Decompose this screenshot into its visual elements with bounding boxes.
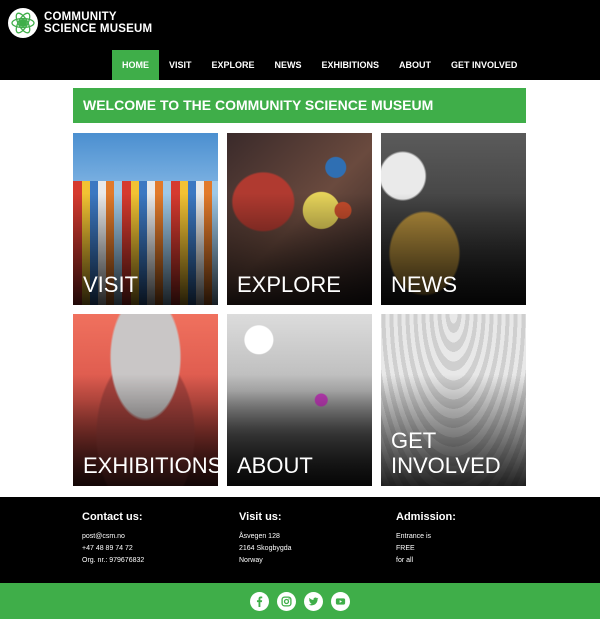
footer-address-street: Åsvegen 128	[239, 533, 280, 540]
facebook-icon[interactable]	[250, 591, 269, 611]
tile-label-visit: VISIT	[83, 272, 139, 297]
footer-email[interactable]: post@csm.no	[82, 531, 232, 543]
tile-visit[interactable]: VISIT	[73, 133, 218, 305]
tile-about[interactable]: ABOUT	[227, 314, 372, 486]
footer-phone[interactable]: +47 48 89 74 72	[82, 543, 232, 555]
main-nav: HOME VISIT EXPLORE NEWS EXHIBITIONS ABOU…	[112, 50, 527, 80]
footer-admission-line-2: FREE	[396, 545, 415, 552]
tile-label-explore: EXPLORE	[237, 272, 341, 297]
nav-item-get-involved[interactable]: GET INVOLVED	[441, 50, 527, 80]
nav-item-about[interactable]: ABOUT	[389, 50, 441, 80]
tile-explore[interactable]: EXPLORE	[227, 133, 372, 305]
tile-exhibitions[interactable]: EXHIBITIONS	[73, 314, 218, 486]
footer-visit: Visit us: Åsvegen 128 2164 Skogbygda Nor…	[239, 511, 389, 567]
nav-item-home[interactable]: HOME	[112, 50, 159, 80]
footer-contact-title: Contact us:	[82, 511, 143, 523]
footer-admission: Admission: Entrance is FREE for all	[396, 511, 546, 567]
nav-item-exhibitions[interactable]: EXHIBITIONS	[312, 50, 390, 80]
logo-line-1: COMMUNITY	[44, 11, 117, 23]
social-bar	[0, 583, 600, 619]
tile-label-about: ABOUT	[237, 453, 313, 478]
footer-admission-line-1: Entrance is	[396, 533, 432, 540]
instagram-icon[interactable]	[277, 591, 296, 611]
youtube-icon[interactable]	[331, 591, 350, 611]
tile-label-news: NEWS	[391, 272, 457, 297]
footer-contact: Contact us: post@csm.no +47 48 89 74 72 …	[82, 511, 232, 567]
footer-admission-line-3: for all	[396, 557, 414, 564]
twitter-icon[interactable]	[304, 591, 323, 611]
logo-text: COMMUNITY SCIENCE MUSEUM	[44, 11, 152, 35]
nav-item-explore[interactable]: EXPLORE	[202, 50, 265, 80]
site-footer: Contact us: post@csm.no +47 48 89 74 72 …	[0, 497, 600, 583]
nav-item-visit[interactable]: VISIT	[159, 50, 202, 80]
footer-visit-title: Visit us:	[239, 511, 282, 523]
tile-get-involved[interactable]: GET INVOLVED	[381, 314, 526, 486]
footer-admission-title: Admission:	[396, 511, 456, 523]
footer-address-country: Norway	[239, 557, 263, 564]
tile-label-get-involved: GET INVOLVED	[391, 428, 501, 478]
tile-news[interactable]: NEWS	[381, 133, 526, 305]
atom-logo-icon	[8, 8, 38, 38]
nav-item-news[interactable]: NEWS	[265, 50, 312, 80]
welcome-banner: WELCOME TO THE COMMUNITY SCIENCE MUSEUM	[73, 88, 526, 123]
footer-org-number: Org. nr.: 979676832	[82, 557, 145, 564]
site-header: COMMUNITY SCIENCE MUSEUM HOME VISIT EXPL…	[0, 0, 600, 80]
logo-line-2: SCIENCE MUSEUM	[44, 23, 153, 35]
site-logo[interactable]: COMMUNITY SCIENCE MUSEUM	[8, 8, 152, 38]
footer-address-city: 2164 Skogbygda	[239, 545, 292, 552]
tile-label-exhibitions: EXHIBITIONS	[83, 453, 218, 478]
